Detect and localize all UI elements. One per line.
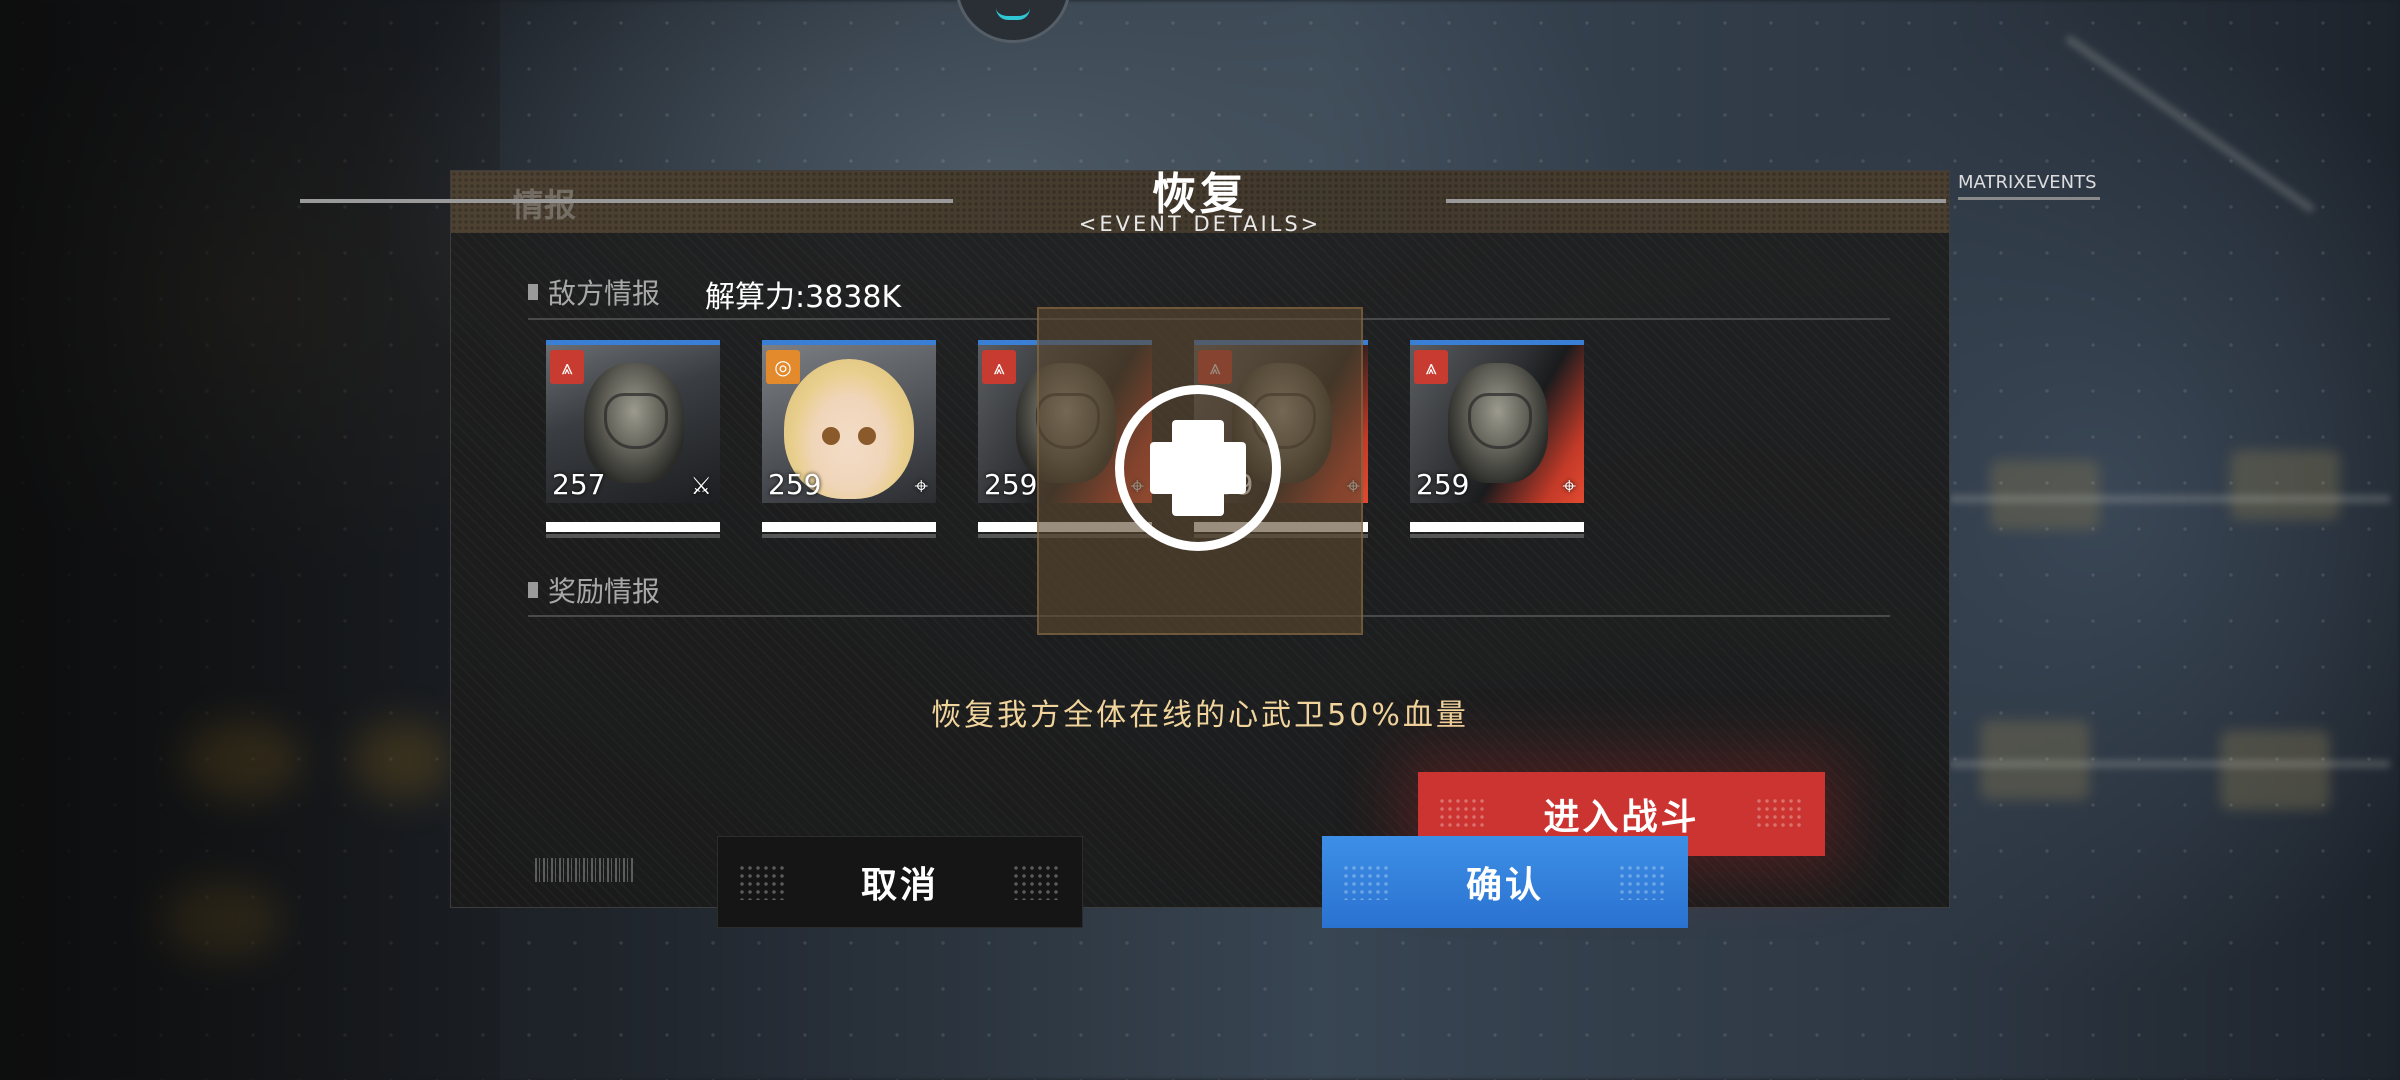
enemy-hp-track bbox=[546, 534, 720, 538]
title-line-right bbox=[1446, 199, 1946, 203]
enemy-type-icon: ◎ bbox=[766, 350, 800, 384]
enemy-hp-bar bbox=[1410, 522, 1584, 532]
enemy-card[interactable]: ⩓ 257 ⚔ bbox=[546, 340, 720, 538]
enemy-type-icon: ⩓ bbox=[1414, 350, 1448, 384]
section-marker-icon bbox=[528, 284, 538, 300]
enemy-type-icon: ⩓ bbox=[982, 350, 1016, 384]
cancel-button[interactable]: 取消 bbox=[717, 836, 1083, 928]
enemy-type-icon: ⩓ bbox=[550, 350, 584, 384]
enemy-level: 259 bbox=[1416, 468, 1470, 501]
title-line-left bbox=[300, 199, 953, 203]
enemy-hp-bar bbox=[546, 522, 720, 532]
enemy-helmet bbox=[584, 363, 684, 483]
enemy-card[interactable]: ⩓ 259 ⌖ bbox=[1410, 340, 1584, 538]
enemy-level: 259 bbox=[768, 468, 822, 501]
corner-tag: MATRIXEVENTS bbox=[1958, 172, 2097, 193]
enemy-hp-track bbox=[1410, 534, 1584, 538]
enemy-hp-bar bbox=[762, 522, 936, 532]
enemy-helmet bbox=[1448, 363, 1548, 483]
corner-tag-underline bbox=[1958, 197, 2100, 200]
barcode-decoration bbox=[535, 858, 635, 882]
event-description: 恢复我方全体在线的心武卫50%血量 bbox=[931, 698, 1469, 733]
enemy-power: 解算力:3838K bbox=[705, 280, 902, 315]
enemy-card[interactable]: ◎ 259 ⌖ bbox=[762, 340, 936, 538]
dialog-subtitle: <EVENT DETAILS> bbox=[1078, 212, 1322, 236]
section-marker-icon bbox=[528, 582, 538, 598]
enemy-hp-track bbox=[762, 534, 936, 538]
enemy-level: 257 bbox=[552, 468, 606, 501]
reward-section-label: 奖励情报 bbox=[528, 570, 660, 610]
target-reticle-icon: ⌖ bbox=[914, 472, 928, 500]
confirm-button[interactable]: 确认 bbox=[1322, 836, 1688, 928]
crossed-blades-icon: ⚔ bbox=[690, 472, 712, 500]
left-side-menu-blurred bbox=[0, 0, 500, 1080]
background-heading: 情报 bbox=[512, 186, 577, 224]
enemy-level: 259 bbox=[984, 468, 1038, 501]
enemy-section-label: 敌方情报 bbox=[528, 272, 660, 312]
target-reticle-icon: ⌖ bbox=[1562, 472, 1576, 500]
heal-cross-icon-vertical bbox=[1172, 420, 1224, 516]
